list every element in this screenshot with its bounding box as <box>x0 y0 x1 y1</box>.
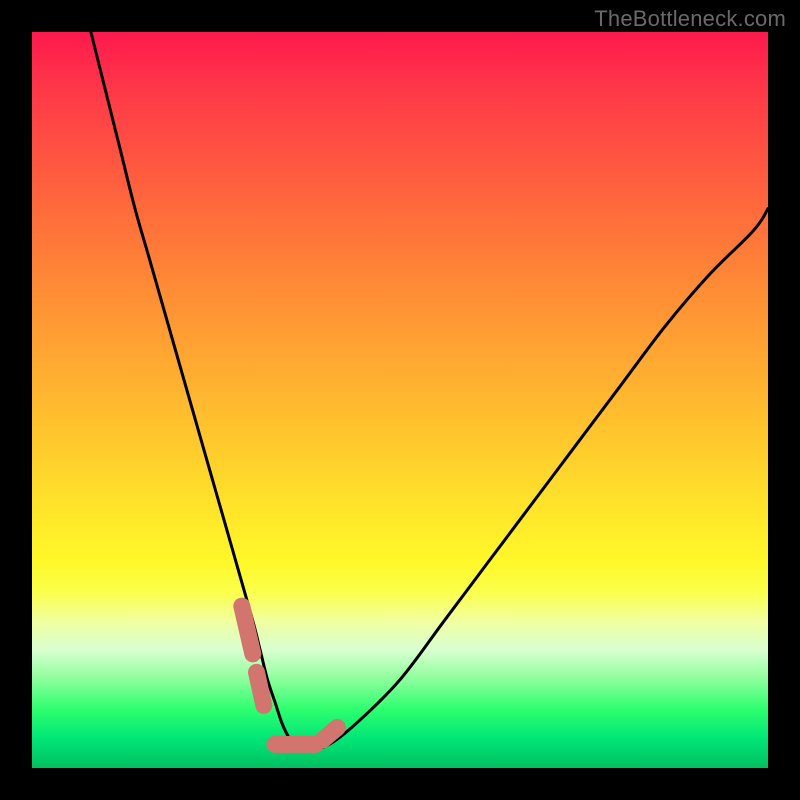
highlight-markers <box>242 606 338 744</box>
plot-area <box>32 32 768 768</box>
chart-frame: TheBottleneck.com <box>0 0 800 800</box>
watermark-text: TheBottleneck.com <box>594 6 786 32</box>
highlight-segment <box>242 606 253 654</box>
bottleneck-curve <box>91 32 768 748</box>
highlight-segment <box>323 728 338 741</box>
curve-layer <box>32 32 768 768</box>
highlight-segment <box>257 672 264 705</box>
